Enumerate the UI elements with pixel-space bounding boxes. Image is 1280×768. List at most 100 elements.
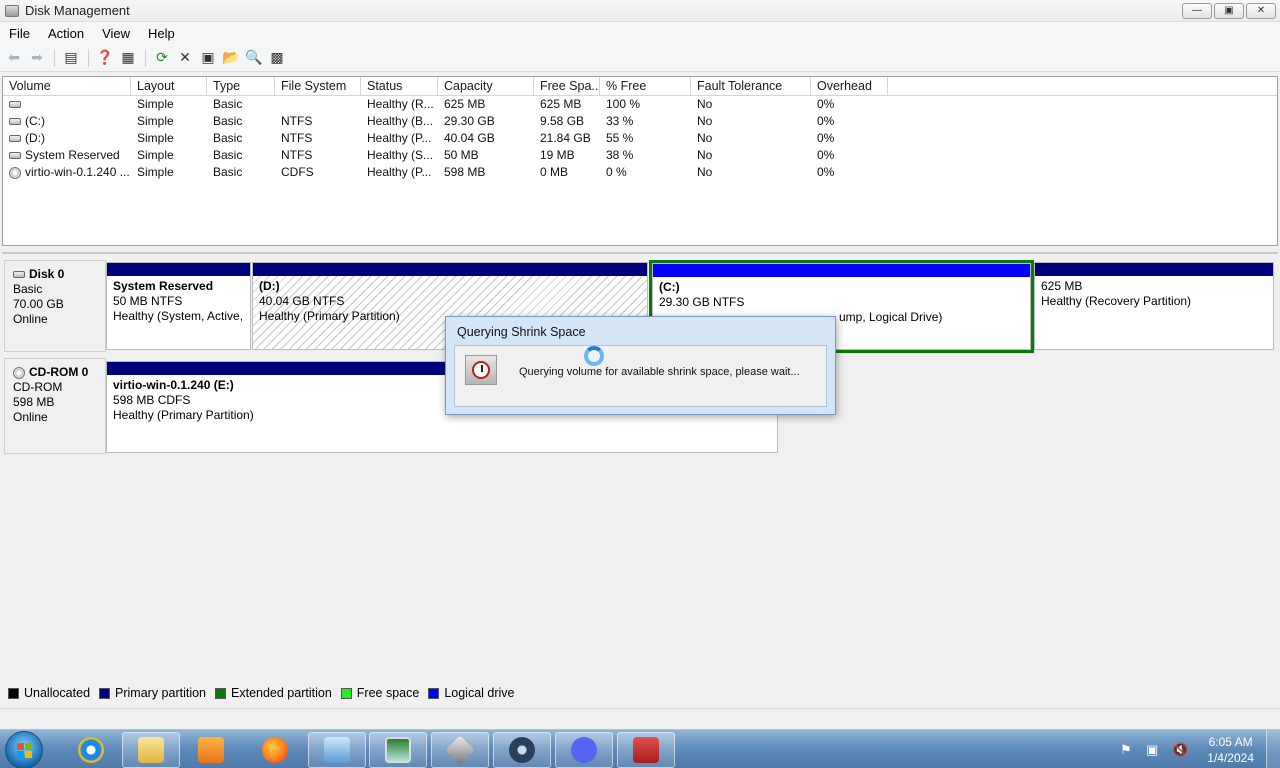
- partition-size: 40.04 GB NTFS: [259, 294, 345, 308]
- column-header[interactable]: Status: [361, 77, 438, 95]
- cell: Simple: [137, 131, 174, 145]
- menu-file[interactable]: File: [0, 26, 39, 41]
- partition-size: 29.30 GB NTFS: [659, 295, 745, 309]
- minimize-button[interactable]: —: [1182, 3, 1212, 19]
- title-bar: Disk Management — ▣ ✕: [0, 0, 1280, 22]
- steam-icon[interactable]: [493, 732, 551, 768]
- network-icon[interactable]: ▣: [1146, 742, 1162, 757]
- system-tray: ⚑ ▣ 🔇: [1110, 730, 1280, 768]
- console-tree-icon[interactable]: ▤: [61, 48, 81, 68]
- window-title: Disk Management: [25, 3, 130, 18]
- cdrom-0-label[interactable]: CD-ROM 0 CD-ROM 598 MB Online: [4, 358, 106, 454]
- show-desktop-button[interactable]: [1266, 730, 1280, 768]
- firefox-icon[interactable]: [246, 732, 304, 768]
- column-header[interactable]: % Free: [600, 77, 691, 95]
- disk-type: CD-ROM: [13, 380, 63, 394]
- disk-name: CD-ROM 0: [29, 365, 89, 379]
- internet-explorer-icon[interactable]: [62, 732, 120, 768]
- table-row[interactable]: (D:) Simple Basic NTFS Healthy (P... 40.…: [3, 130, 1277, 147]
- cell: No: [697, 148, 713, 162]
- clock[interactable]: 6:05 AM 1/4/2024: [1207, 734, 1254, 766]
- back-icon[interactable]: ⬅: [4, 48, 24, 68]
- volume-list-header: Volume Layout Type File System Status Ca…: [3, 77, 1277, 96]
- column-header[interactable]: File System: [275, 77, 361, 95]
- legend-swatch: [428, 687, 440, 699]
- cd-icon: [13, 366, 25, 379]
- cell: 100 %: [606, 97, 641, 111]
- toolbar: ⬅ ➡ ▤ ❓ ▦ ⟳ ✕ ▣ 📂 🔍 ▩: [0, 44, 1280, 72]
- media-player-icon[interactable]: [182, 732, 240, 768]
- menu-help[interactable]: Help: [139, 26, 184, 41]
- column-header[interactable]: Free Spa...: [534, 77, 600, 95]
- control-panel-icon[interactable]: [308, 732, 366, 768]
- legend-swatch: [99, 687, 111, 699]
- disk-icon: [13, 271, 25, 279]
- legend: Unallocated Primary partition Extended p…: [2, 684, 1278, 702]
- cell: 0%: [817, 97, 835, 111]
- table-row[interactable]: (C:) Simple Basic NTFS Healthy (B... 29.…: [3, 113, 1277, 130]
- status-bar: [0, 708, 1280, 729]
- partition-recovery[interactable]: 625 MB Healthy (Recovery Partition): [1034, 262, 1274, 350]
- cell: Simple: [137, 97, 174, 111]
- partition-title: (C:): [659, 280, 680, 294]
- volume-name: System Reserved: [25, 148, 120, 162]
- close-button[interactable]: ✕: [1246, 3, 1276, 19]
- legend-label: Extended partition: [231, 686, 332, 700]
- flag-icon[interactable]: ⚑: [1120, 742, 1136, 757]
- column-header[interactable]: Layout: [131, 77, 207, 95]
- dialog-title: Querying Shrink Space: [457, 325, 586, 339]
- cell: 598 MB: [444, 165, 486, 179]
- discord-icon[interactable]: [555, 732, 613, 768]
- table-row[interactable]: System Reserved Simple Basic NTFS Health…: [3, 147, 1277, 164]
- rocket-icon[interactable]: [431, 732, 489, 768]
- menu-action[interactable]: Action: [39, 26, 93, 41]
- dialog-body: Querying volume for available shrink spa…: [454, 345, 827, 407]
- cell: Simple: [137, 165, 174, 179]
- busy-cursor-icon: [584, 346, 604, 366]
- file-explorer-icon[interactable]: [122, 732, 180, 768]
- disk-0-label[interactable]: Disk 0 Basic 70.00 GB Online: [4, 260, 106, 352]
- menu-view[interactable]: View: [93, 26, 139, 41]
- cell: Healthy (R...: [367, 97, 434, 111]
- cell: 0%: [817, 114, 835, 128]
- cell: Healthy (B...: [367, 114, 434, 128]
- querying-shrink-dialog[interactable]: Querying Shrink Space Querying volume fo…: [445, 316, 836, 415]
- volume-list: Volume Layout Type File System Status Ca…: [2, 76, 1278, 246]
- column-header[interactable]: Capacity: [438, 77, 534, 95]
- toolbox-icon[interactable]: [617, 732, 675, 768]
- volume-name: virtio-win-0.1.240 ...: [25, 165, 130, 179]
- help-icon[interactable]: ❓: [95, 48, 115, 68]
- volume-icon: [9, 101, 21, 109]
- partition-size: 625 MB: [1041, 279, 1083, 293]
- start-button[interactable]: [5, 731, 43, 768]
- menu-bar: File Action View Help: [0, 22, 1280, 44]
- cell: Basic: [213, 97, 243, 111]
- screen-icon[interactable]: [369, 732, 427, 768]
- open-folder-icon[interactable]: 📂: [221, 48, 241, 68]
- legend-label: Unallocated: [24, 686, 91, 700]
- disk-size: 70.00 GB: [13, 297, 64, 311]
- cell: No: [697, 97, 713, 111]
- maximize-button[interactable]: ▣: [1214, 3, 1244, 19]
- delete-icon[interactable]: ✕: [175, 48, 195, 68]
- settings-icon[interactable]: ▣: [198, 48, 218, 68]
- column-header[interactable]: Type: [207, 77, 275, 95]
- forward-icon[interactable]: ➡: [27, 48, 47, 68]
- cell: 50 MB: [444, 148, 479, 162]
- table-row[interactable]: virtio-win-0.1.240 ... Simple Basic CDFS…: [3, 164, 1277, 181]
- disk-icon[interactable]: ▩: [267, 48, 287, 68]
- column-header[interactable]: Overhead: [811, 77, 888, 95]
- volume-icon: [9, 152, 21, 160]
- legend-swatch: [340, 687, 352, 699]
- refresh-icon[interactable]: ⟳: [152, 48, 172, 68]
- volume-muted-icon[interactable]: 🔇: [1172, 742, 1188, 757]
- properties-icon[interactable]: ▦: [118, 48, 138, 68]
- cell: Healthy (P...: [367, 165, 432, 179]
- cell: Basic: [213, 165, 243, 179]
- disk-type: Basic: [13, 282, 43, 296]
- column-header[interactable]: Fault Tolerance: [691, 77, 811, 95]
- search-icon[interactable]: 🔍: [244, 48, 264, 68]
- partition-system-reserved[interactable]: System Reserved 50 MB NTFS Healthy (Syst…: [106, 262, 251, 350]
- table-row[interactable]: Simple Basic Healthy (R... 625 MB 625 MB…: [3, 96, 1277, 113]
- column-header[interactable]: Volume: [3, 77, 131, 95]
